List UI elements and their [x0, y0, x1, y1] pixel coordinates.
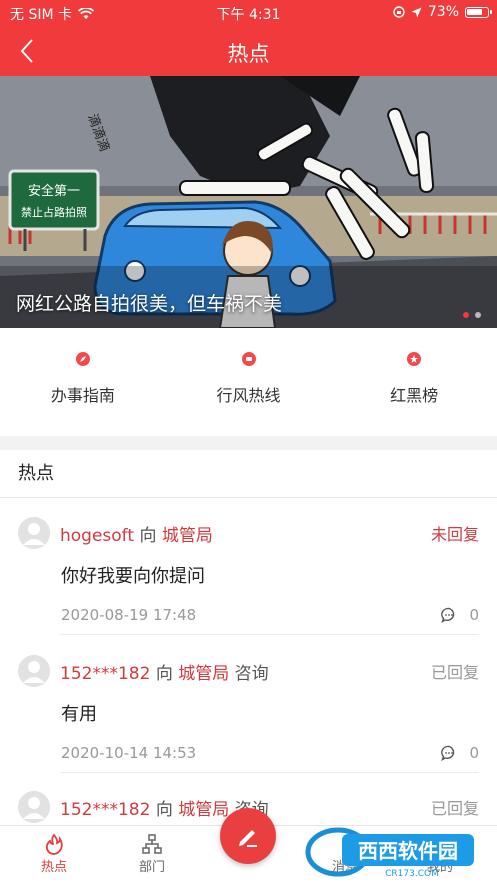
tab-department[interactable]: 部门	[122, 832, 182, 875]
section-title: 热点	[0, 450, 497, 498]
tab-label: 热点	[40, 860, 67, 875]
carousel-dot	[475, 312, 481, 318]
post-department: 城管局	[161, 525, 213, 546]
comment-icon	[441, 745, 455, 761]
status-badge: 已回复	[430, 799, 479, 818]
post-department: 城管局	[178, 663, 230, 684]
post-time: 2020-10-14 14:53	[61, 744, 197, 762]
star-icon	[407, 352, 422, 366]
pencil-icon	[239, 830, 257, 847]
quick-link-label: 行风热线	[216, 386, 281, 405]
post-meta: 152***182 向 城管局 咨询	[60, 659, 431, 684]
comment-count[interactable]: 0	[441, 744, 479, 762]
post-conj: 向	[155, 799, 173, 820]
post-content: 你好我要向你提问	[61, 566, 205, 587]
avatar	[18, 655, 50, 687]
post-conj: 向	[139, 525, 157, 546]
post-content: 有用	[61, 704, 97, 725]
watermark-text: 西西软件园	[358, 839, 458, 863]
post-conj: 向	[155, 663, 173, 684]
avatar	[18, 517, 50, 549]
divider	[60, 634, 479, 635]
comment-count-value: 0	[469, 606, 479, 624]
quick-links: 办事指南 行风热线 红黑榜	[0, 328, 497, 436]
org-chart-icon	[142, 834, 162, 854]
orientation-lock-icon	[393, 6, 405, 18]
list-item[interactable]: hogesoft 向 城管局 未回复 你好我要向你提问 2020-08-19 1…	[18, 516, 479, 628]
battery-percent: 73%	[427, 4, 459, 20]
post-time: 2020-08-19 17:48	[61, 606, 197, 624]
avatar	[18, 791, 50, 823]
location-icon	[411, 7, 422, 17]
quick-link-label: 红黑榜	[390, 386, 439, 405]
post-user: 152***182	[60, 663, 151, 684]
post-user: hogesoft	[60, 525, 135, 546]
watermark-url: CR173.COM	[385, 869, 439, 878]
quick-link-hotline[interactable]: 行风热线	[166, 328, 332, 436]
divider	[60, 772, 479, 773]
battery-icon	[465, 6, 492, 18]
compose-button[interactable]	[220, 808, 276, 864]
tab-hot[interactable]: 热点	[24, 832, 84, 875]
sign-line-1: 安全第一	[28, 183, 80, 199]
status-badge: 已回复	[430, 663, 479, 682]
post-department: 城管局	[178, 799, 230, 820]
status-bar: 无 SIM 卡 下午 4:31 73%	[0, 0, 497, 26]
list-item[interactable]: 152***182 向 城管局 咨询 已回复 有用 2020-10-14 14:…	[18, 654, 479, 766]
carousel-indicator	[463, 312, 481, 318]
quick-link-guide[interactable]: 办事指南	[0, 328, 166, 436]
quick-link-ranking[interactable]: 红黑榜	[331, 328, 497, 436]
banner-caption: 网红公路自拍很美，但车祸不美	[16, 293, 283, 315]
post-type: 咨询	[234, 663, 269, 684]
post-meta: hogesoft 向 城管局	[60, 521, 431, 546]
comment-count[interactable]: 0	[441, 606, 479, 624]
watermark-logo: 西西软件园 CR173.COM	[305, 827, 474, 878]
tab-label: 部门	[138, 860, 165, 875]
carousel-dot-active	[463, 312, 469, 318]
compass-icon	[75, 352, 90, 366]
banner-carousel[interactable]: 安全第一 禁止占路拍照 滴滴滴 网红公路自拍很美，但车祸不美	[0, 76, 497, 328]
status-badge: 未回复	[430, 525, 479, 544]
post-user: 152***182	[60, 799, 151, 820]
phone-icon	[241, 352, 256, 366]
quick-link-label: 办事指南	[50, 386, 115, 405]
comment-count-value: 0	[469, 744, 479, 762]
nav-bar: 热点	[0, 26, 497, 76]
flame-icon	[45, 833, 63, 855]
sign-line-2: 禁止占路拍照	[21, 205, 87, 219]
comment-icon	[441, 607, 455, 623]
page-title: 热点	[227, 42, 270, 66]
